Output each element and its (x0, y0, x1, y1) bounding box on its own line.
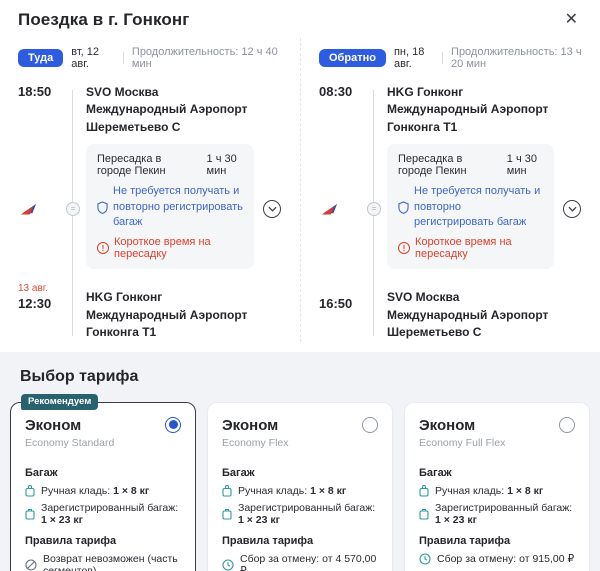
checked-baggage-icon (419, 508, 429, 520)
airline-logo-icon (20, 202, 37, 216)
fare-subtitle: Economy Flex (222, 436, 289, 449)
rules-title: Правила тарифа (25, 534, 117, 547)
layover-warning: Короткое время на пересадку (415, 236, 512, 261)
baggage-title: Багаж (25, 466, 58, 479)
divider (442, 52, 444, 64)
trip-modal: Поездка в г. Гонконг ✕ Туда вт, 12 авг. … (0, 0, 600, 571)
fare-radio[interactable] (165, 416, 181, 433)
clock-circle-icon (419, 552, 431, 565)
arrival-airport: HKG Гонконг Международный Аэропорт Гонко… (86, 290, 248, 340)
baggage-line: Зарегистрированный багаж: 1 × 23 кг (41, 501, 179, 526)
outbound-date: вт, 12 авг. (71, 46, 100, 70)
rule-line: Сбор за отмену: от 915,00 ₽ (437, 552, 575, 565)
fare-title: Эконом (419, 416, 476, 434)
fare-radio[interactable] (559, 416, 575, 433)
departure-time: 08:30 (319, 84, 353, 99)
arrival-airport: SVO Москва Международный Аэропорт Шереме… (387, 290, 549, 340)
clock-circle-icon (222, 558, 234, 571)
return-flight: Обратно пн, 18 авг. Продолжительность: 1… (300, 38, 600, 342)
baggage-title: Багаж (222, 466, 255, 479)
rules-title: Правила тарифа (222, 534, 314, 547)
baggage-line: Зарегистрированный багаж: 1 × 23 кг (238, 501, 376, 526)
direction-badge-outbound: Туда (18, 49, 64, 67)
baggage-line: Ручная кладь: 1 × 8 кг (41, 484, 150, 497)
layover-title: Пересадка в городе Пекин (398, 153, 467, 178)
baggage-line: Ручная кладь: 1 × 8 кг (238, 484, 347, 497)
arrival-date (319, 283, 361, 295)
layover-baggage-note: Не требуется получать и повторно регистр… (414, 185, 541, 228)
fare-card-economy-full-flex[interactable]: Эконом Economy Full Flex Багаж Ручная кл… (404, 401, 590, 571)
layover-info: Пересадка в городе Пекин 1 ч 30 мин Не т… (86, 144, 254, 270)
warning-icon: ! (398, 242, 410, 255)
return-duration: Продолжительность: 13 ч 20 мин (451, 46, 582, 70)
fare-section: Выбор тарифа Рекомендуем Эконом Economy … (0, 351, 600, 571)
fare-subtitle: Economy Full Flex (419, 436, 506, 449)
fare-card-economy-flex[interactable]: Эконом Economy Flex Багаж Ручная кладь: … (207, 401, 393, 571)
fare-title: Эконом (25, 416, 82, 434)
rule-line: Сбор за отмену: от 4 570,00 ₽ (240, 552, 377, 571)
flights-section: Туда вт, 12 авг. Продолжительность: 12 ч… (0, 34, 600, 352)
shield-icon (398, 184, 409, 230)
layover-duration: 1 ч 30 мин (506, 153, 537, 178)
outbound-duration: Продолжительность: 12 ч 40 мин (131, 46, 278, 70)
fare-radio[interactable] (362, 416, 378, 433)
rules-title: Правила тарифа (419, 534, 511, 547)
shield-icon (97, 184, 108, 230)
hand-luggage-icon (419, 484, 429, 497)
layover-warning: Короткое время на пересадку (114, 236, 211, 261)
arrival-time: 12:30 (18, 296, 52, 312)
outbound-flight: Туда вт, 12 авг. Продолжительность: 12 ч… (0, 38, 300, 342)
modal-header: Поездка в г. Гонконг ✕ (0, 0, 600, 34)
no-return-icon (25, 558, 37, 571)
checked-baggage-icon (25, 508, 35, 520)
page-title: Поездка в г. Гонконг (18, 10, 190, 29)
hand-luggage-icon (222, 484, 232, 497)
divider (123, 52, 124, 64)
expand-chevron-icon[interactable] (263, 199, 281, 218)
transfer-node-icon: = (367, 201, 381, 216)
fare-subtitle: Economy Standard (25, 436, 115, 449)
layover-title: Пересадка в городе Пекин (97, 153, 166, 178)
warning-icon: ! (97, 242, 109, 255)
departure-time: 18:50 (18, 84, 52, 99)
fare-card-economy-standard[interactable]: Рекомендуем Эконом Economy Standard Бага… (10, 393, 196, 571)
recommended-badge: Рекомендуем (21, 393, 99, 410)
baggage-line: Зарегистрированный багаж: 1 × 23 кг (435, 501, 573, 526)
layover-baggage-note: Не требуется получать и повторно регистр… (113, 185, 243, 228)
close-icon[interactable]: ✕ (561, 10, 582, 30)
expand-chevron-icon[interactable] (563, 199, 581, 218)
fare-title: Эконом (222, 416, 279, 434)
transfer-node-icon: = (66, 201, 80, 216)
hand-luggage-icon (25, 484, 35, 497)
layover-info: Пересадка в городе Пекин 1 ч 30 мин Не т… (387, 144, 554, 270)
baggage-title: Багаж (419, 466, 452, 479)
rule-line: Возврат невозможен (часть сегментов) (43, 552, 178, 571)
airline-logo-icon (321, 202, 338, 216)
departure-airport: SVO Москва Международный Аэропорт Шереме… (86, 85, 248, 134)
baggage-line: Ручная кладь: 1 × 8 кг (435, 484, 544, 497)
layover-duration: 1 ч 30 мин (206, 153, 237, 178)
fare-section-title: Выбор тарифа (20, 367, 139, 385)
return-date: пн, 18 авг. (393, 46, 425, 70)
checked-baggage-icon (222, 508, 232, 520)
arrival-time: 16:50 (319, 296, 353, 312)
direction-badge-return: Обратно (319, 49, 386, 67)
departure-airport: HKG Гонконг Международный Аэропорт Гонко… (387, 85, 549, 134)
arrival-date: 13 авг. (18, 283, 48, 295)
